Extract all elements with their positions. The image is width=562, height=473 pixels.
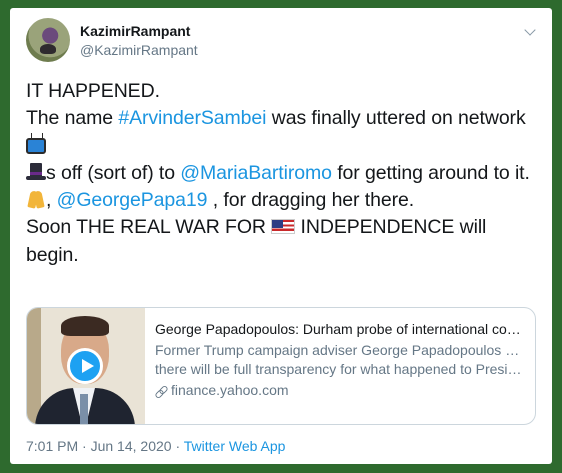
text-segment: Soon THE REAL WAR FOR [26, 216, 272, 239]
link-icon [155, 385, 167, 397]
meta-separator: · [78, 438, 91, 454]
text-segment: The name [26, 107, 119, 130]
preview-title: George Papadopoulos: Durham probe of int… [155, 321, 525, 337]
mention-link[interactable]: @GeorgePapa19 [57, 189, 208, 211]
television-icon [26, 137, 46, 154]
hashtag-link[interactable]: #ArvinderSambei [118, 107, 266, 129]
text-segment: was finally uttered on network [266, 107, 526, 130]
tweet-time[interactable]: 7:01 PM [26, 438, 78, 454]
tweet-text: IT HAPPENED. The name #ArvinderSambei wa… [26, 78, 536, 269]
link-preview-card[interactable]: George Papadopoulos: Durham probe of int… [26, 307, 536, 425]
top-hat-icon [26, 162, 46, 182]
tweet-line: The name #ArvinderSambei was finally utt… [26, 105, 536, 160]
thumbnail-hair [61, 316, 109, 336]
text-segment: , [46, 189, 57, 212]
preview-description: Former Trump campaign adviser George Pap… [155, 341, 525, 379]
mention-link[interactable]: @MariaBartiromo [180, 162, 332, 184]
folded-hands-icon [26, 189, 46, 209]
user-handle[interactable]: @KazimirRampant [80, 41, 198, 59]
us-flag-icon [271, 219, 296, 235]
avatar[interactable] [26, 18, 70, 62]
tweet-card: KazimirRampant @KazimirRampant IT HAPPEN… [10, 8, 552, 464]
preview-desc-line: there will be full transparency for what… [155, 361, 525, 377]
preview-desc-line: Former Trump campaign adviser George Pap… [155, 342, 525, 358]
text-segment: s off (sort of) to [46, 161, 181, 184]
tweet-date[interactable]: Jun 14, 2020 [91, 438, 172, 454]
tweet-line: IT HAPPENED. [26, 80, 160, 102]
preview-domain-text: finance.yahoo.com [171, 382, 289, 398]
preview-thumbnail[interactable] [27, 308, 145, 424]
tweet-line: s off (sort of) to @MariaBartiromo for g… [26, 160, 536, 187]
thumbnail-tie [80, 394, 88, 424]
play-icon[interactable] [67, 348, 103, 384]
display-name[interactable]: KazimirRampant [80, 22, 198, 41]
tweet-source-link[interactable]: Twitter Web App [184, 438, 286, 454]
tweet-line: Soon THE REAL WAR FOR INDEPENDENCE will … [26, 214, 536, 269]
chevron-down-icon[interactable] [524, 24, 536, 36]
tweet-line: , @GeorgePapa19 , for dragging her there… [26, 187, 536, 214]
preview-text: George Papadopoulos: Durham probe of int… [145, 308, 535, 424]
text-segment: , for dragging her there. [207, 189, 415, 212]
preview-domain: finance.yahoo.com [155, 381, 525, 400]
tweet-header: KazimirRampant @KazimirRampant [26, 18, 198, 62]
text-segment: for getting around to it. [331, 161, 530, 184]
user-names: KazimirRampant @KazimirRampant [80, 22, 198, 59]
meta-separator: · [171, 438, 184, 454]
tweet-meta: 7:01 PM · Jun 14, 2020 · Twitter Web App [26, 437, 285, 455]
